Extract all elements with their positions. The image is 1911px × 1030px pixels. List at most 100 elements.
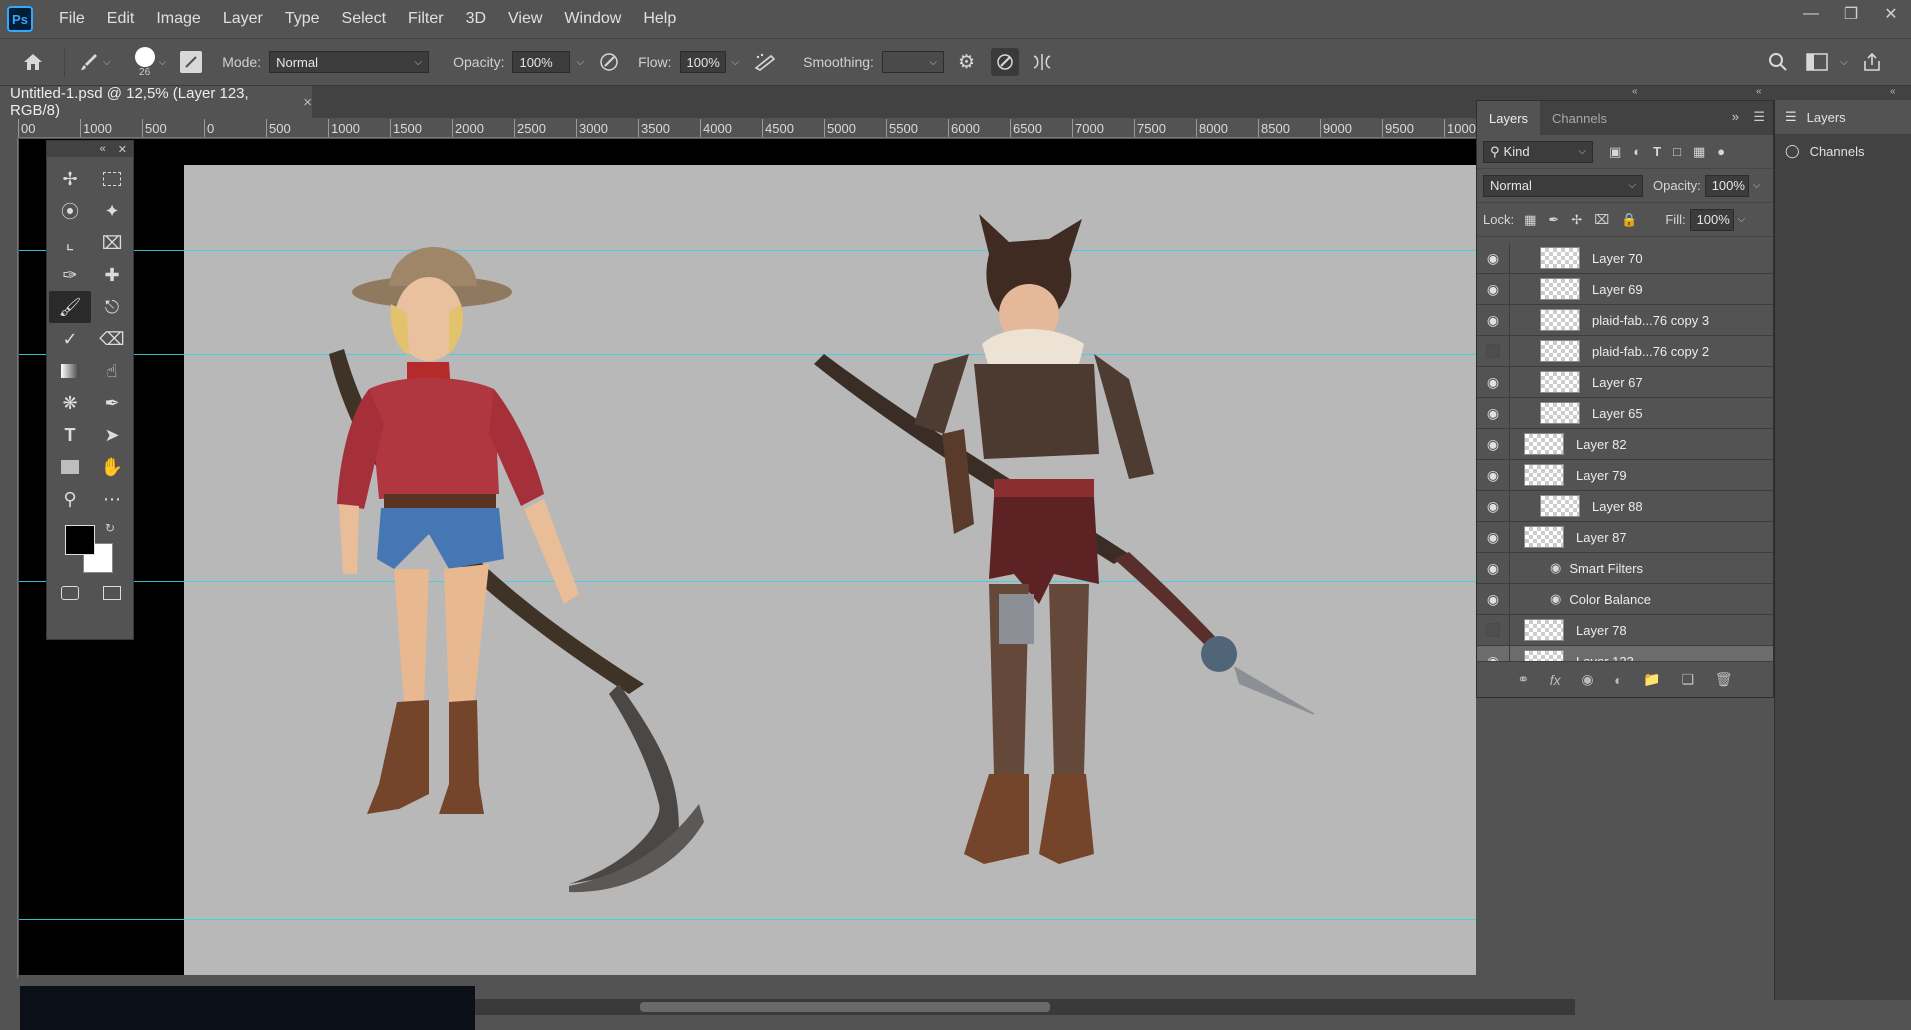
visibility-off-toggle[interactable]: [1486, 344, 1500, 358]
layer-thumbnail[interactable]: [1540, 247, 1580, 269]
menu-file[interactable]: File: [59, 10, 85, 28]
layer-thumbnail[interactable]: [1524, 433, 1564, 455]
minimize-icon[interactable]: —: [1791, 0, 1831, 28]
collapse-icon[interactable]: «: [100, 143, 106, 155]
pressure-size-icon[interactable]: [990, 48, 1019, 76]
lock-transparent-icon[interactable]: ▦: [1524, 212, 1536, 228]
smudge-icon[interactable]: ☝: [91, 355, 133, 387]
lock-position-icon[interactable]: ✢: [1571, 212, 1582, 228]
layer-thumbnail[interactable]: [1540, 495, 1580, 517]
layer-row[interactable]: ◉ Layer 70: [1477, 243, 1773, 274]
vertical-ruler[interactable]: [0, 138, 18, 978]
rectangle-icon[interactable]: [49, 451, 91, 483]
layer-row[interactable]: ◉ Layer 82: [1477, 428, 1773, 460]
new-layer-icon[interactable]: ❏: [1682, 671, 1695, 688]
lock-all-icon[interactable]: 🔒: [1621, 212, 1637, 228]
hand-icon[interactable]: ✋: [91, 451, 133, 483]
visibility-eye-icon[interactable]: ◉: [1477, 560, 1509, 577]
brush-preset-icon[interactable]: [79, 52, 99, 72]
opacity-field[interactable]: 100%: [512, 51, 571, 73]
toolbox-header[interactable]: « ✕: [47, 141, 133, 157]
layer-thumbnail[interactable]: [1524, 619, 1564, 641]
eraser-icon[interactable]: ⌫: [91, 323, 133, 355]
screen-mode-icon[interactable]: [91, 577, 133, 609]
filter-toggle-icon[interactable]: ●: [1717, 144, 1725, 159]
frame-icon[interactable]: ⌧: [91, 227, 133, 259]
layer-thumbnail[interactable]: [1524, 464, 1564, 486]
horizontal-ruler[interactable]: 00 1000 500 0 500 1000 1500 2000 2500 3000 3500 400…: [18, 118, 1476, 138]
chevron-down-icon[interactable]: ⌵: [1738, 214, 1746, 225]
layer-thumbnail[interactable]: [1524, 526, 1564, 548]
layer-row[interactable]: ◉ plaid-fab...76 copy 3: [1477, 304, 1773, 336]
dock-layers-button[interactable]: ☰ Layers: [1775, 100, 1911, 134]
zoom-icon[interactable]: ⚲: [49, 483, 91, 515]
delete-layer-icon[interactable]: 🗑: [1715, 671, 1733, 688]
visibility-eye-icon[interactable]: ◉: [1477, 529, 1509, 546]
filter-adjustment-icon[interactable]: ◐: [1633, 144, 1641, 159]
home-icon[interactable]: [22, 53, 44, 71]
crop-icon[interactable]: ⌞: [49, 227, 91, 259]
layer-row[interactable]: ◉ Layer 87: [1477, 521, 1773, 553]
panel-menu-icon[interactable]: ☰: [1753, 109, 1765, 125]
blend-mode-select[interactable]: Normal ⌵: [1483, 174, 1643, 197]
chevron-down-icon[interactable]: ⌵: [576, 57, 584, 68]
layer-thumbnail[interactable]: [1540, 371, 1580, 393]
color-swatches[interactable]: ↻: [65, 521, 133, 577]
layer-row[interactable]: ◉ ◉ Color Balance: [1477, 583, 1773, 615]
horizontal-scrollbar[interactable]: [475, 999, 1575, 1015]
menu-3d[interactable]: 3D: [466, 10, 486, 28]
filter-visibility-icon[interactable]: ◉: [1550, 591, 1561, 607]
menu-window[interactable]: Window: [564, 10, 621, 28]
layer-row[interactable]: Layer 78: [1477, 614, 1773, 646]
pen-icon[interactable]: ✒: [91, 387, 133, 419]
close-icon[interactable]: ✕: [118, 143, 127, 156]
menu-edit[interactable]: Edit: [107, 10, 135, 28]
link-layers-icon[interactable]: ⚭: [1517, 671, 1529, 688]
visibility-eye-icon[interactable]: ◉: [1477, 405, 1509, 422]
gradient-icon[interactable]: [49, 355, 91, 387]
type-icon[interactable]: T: [49, 419, 91, 451]
chevron-down-icon[interactable]: ⌵: [103, 57, 111, 68]
expand-icon[interactable]: »: [1732, 109, 1739, 124]
stamp-icon[interactable]: ⎋: [91, 291, 133, 323]
move-icon[interactable]: ✢: [49, 163, 91, 195]
panel-collapse-bar[interactable]: « « «: [1590, 86, 1911, 100]
tab-layers[interactable]: Layers: [1477, 101, 1541, 135]
layer-row[interactable]: ◉ Layer 79: [1477, 459, 1773, 491]
more-icon[interactable]: ⋯: [91, 483, 133, 515]
new-group-icon[interactable]: 📁: [1643, 671, 1660, 688]
visibility-eye-icon[interactable]: ◉: [1477, 436, 1509, 453]
flow-field[interactable]: 100%: [679, 51, 726, 73]
lock-pixels-icon[interactable]: ✒: [1548, 212, 1559, 228]
document-tab[interactable]: Untitled-1.psd @ 12,5% (Layer 123, RGB/8…: [0, 85, 312, 119]
layer-opacity-field[interactable]: 100%: [1704, 174, 1749, 197]
visibility-eye-icon[interactable]: ◉: [1477, 374, 1509, 391]
layer-style-icon[interactable]: fx: [1550, 672, 1561, 688]
chevron-down-icon[interactable]: ⌵: [1840, 57, 1848, 68]
visibility-off-toggle[interactable]: [1486, 623, 1500, 637]
chevron-down-icon[interactable]: ⌵: [732, 57, 740, 68]
menu-help[interactable]: Help: [643, 10, 676, 28]
foreground-color-swatch[interactable]: [65, 525, 95, 555]
layer-row[interactable]: ◉ Layer 69: [1477, 273, 1773, 305]
mode-select[interactable]: Normal ⌵: [269, 51, 430, 73]
quick-mask-icon[interactable]: [49, 577, 91, 609]
layer-list[interactable]: ◉ Layer 70 ◉ Layer 69 ◉ plaid-fab...76 copy 3…: [1477, 243, 1773, 663]
collapse-icon[interactable]: «: [1890, 86, 1896, 97]
collapse-icon[interactable]: «: [1756, 86, 1762, 97]
adjustment-layer-icon[interactable]: ◐: [1614, 672, 1622, 688]
fill-field[interactable]: 100%: [1689, 208, 1734, 231]
dock-channels-button[interactable]: ◯ Channels: [1775, 134, 1911, 168]
healing-icon[interactable]: ✚: [91, 259, 133, 291]
filter-shape-icon[interactable]: □: [1673, 144, 1681, 159]
path-select-icon[interactable]: ➤: [91, 419, 133, 451]
visibility-eye-icon[interactable]: ◉: [1477, 312, 1509, 329]
share-icon[interactable]: [1862, 52, 1882, 72]
close-tab-icon[interactable]: ×: [303, 94, 312, 111]
filter-pixel-icon[interactable]: ▣: [1609, 144, 1621, 160]
layer-row[interactable]: ◉ Layer 67: [1477, 366, 1773, 398]
scrollbar-thumb[interactable]: [640, 1002, 1050, 1012]
swap-colors-icon[interactable]: ↻: [105, 521, 115, 535]
layer-thumbnail[interactable]: [1540, 402, 1580, 424]
canvas-workspace[interactable]: [19, 139, 1476, 975]
